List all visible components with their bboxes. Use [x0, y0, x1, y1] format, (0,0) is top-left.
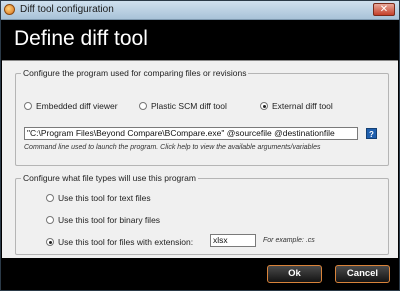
radio-label: Use this tool for text files: [58, 193, 151, 203]
radio-indicator[interactable]: [139, 102, 147, 110]
radio-indicator[interactable]: [46, 238, 54, 246]
dialog-window: Diff tool configuration ✕ Define diff to…: [0, 0, 400, 291]
command-hint: Command line used to launch the program.…: [24, 144, 321, 151]
window-title: Diff tool configuration: [20, 4, 114, 15]
radio-files-with-extension[interactable]: Use this tool for files with extension:: [46, 237, 193, 247]
filetypes-group-legend: Configure what file types will use this …: [23, 173, 196, 183]
radio-indicator[interactable]: [260, 102, 268, 110]
radio-label: Use this tool for binary files: [58, 215, 161, 225]
help-icon[interactable]: ?: [366, 128, 377, 139]
extension-example: For example: .cs: [263, 237, 315, 244]
program-group: Configure the program used for comparing…: [15, 68, 389, 166]
command-line-input[interactable]: "C:\Program Files\Beyond Compare\BCompar…: [24, 127, 358, 140]
radio-binary-files[interactable]: Use this tool for binary files: [46, 215, 160, 225]
close-icon[interactable]: ✕: [373, 3, 395, 16]
radio-text-files[interactable]: Use this tool for text files: [46, 193, 151, 203]
page-title: Define diff tool: [14, 27, 148, 50]
dialog-footer: Ok Cancel: [2, 258, 399, 290]
title-bar[interactable]: Diff tool configuration ✕: [1, 1, 399, 20]
radio-embedded-diff-viewer[interactable]: Embedded diff viewer: [24, 101, 118, 111]
dialog-header: Define diff tool: [2, 20, 399, 60]
radio-indicator[interactable]: [46, 216, 54, 224]
radio-label: External diff tool: [272, 101, 333, 111]
radio-indicator[interactable]: [46, 194, 54, 202]
ok-button[interactable]: Ok: [267, 265, 322, 283]
radio-indicator[interactable]: [24, 102, 32, 110]
radio-label: Plastic SCM diff tool: [151, 101, 227, 111]
radio-plastic-scm-diff-tool[interactable]: Plastic SCM diff tool: [139, 101, 227, 111]
radio-label: Use this tool for files with extension:: [58, 237, 194, 247]
extension-input[interactable]: xlsx: [210, 234, 256, 247]
program-group-legend: Configure the program used for comparing…: [23, 68, 247, 78]
filetypes-group: Configure what file types will use this …: [15, 173, 389, 255]
dialog-content: Configure the program used for comparing…: [2, 60, 398, 258]
cancel-button[interactable]: Cancel: [335, 265, 390, 283]
diff-app-icon: [4, 4, 15, 15]
radio-external-diff-tool[interactable]: External diff tool: [260, 101, 333, 111]
radio-label: Embedded diff viewer: [36, 101, 118, 111]
